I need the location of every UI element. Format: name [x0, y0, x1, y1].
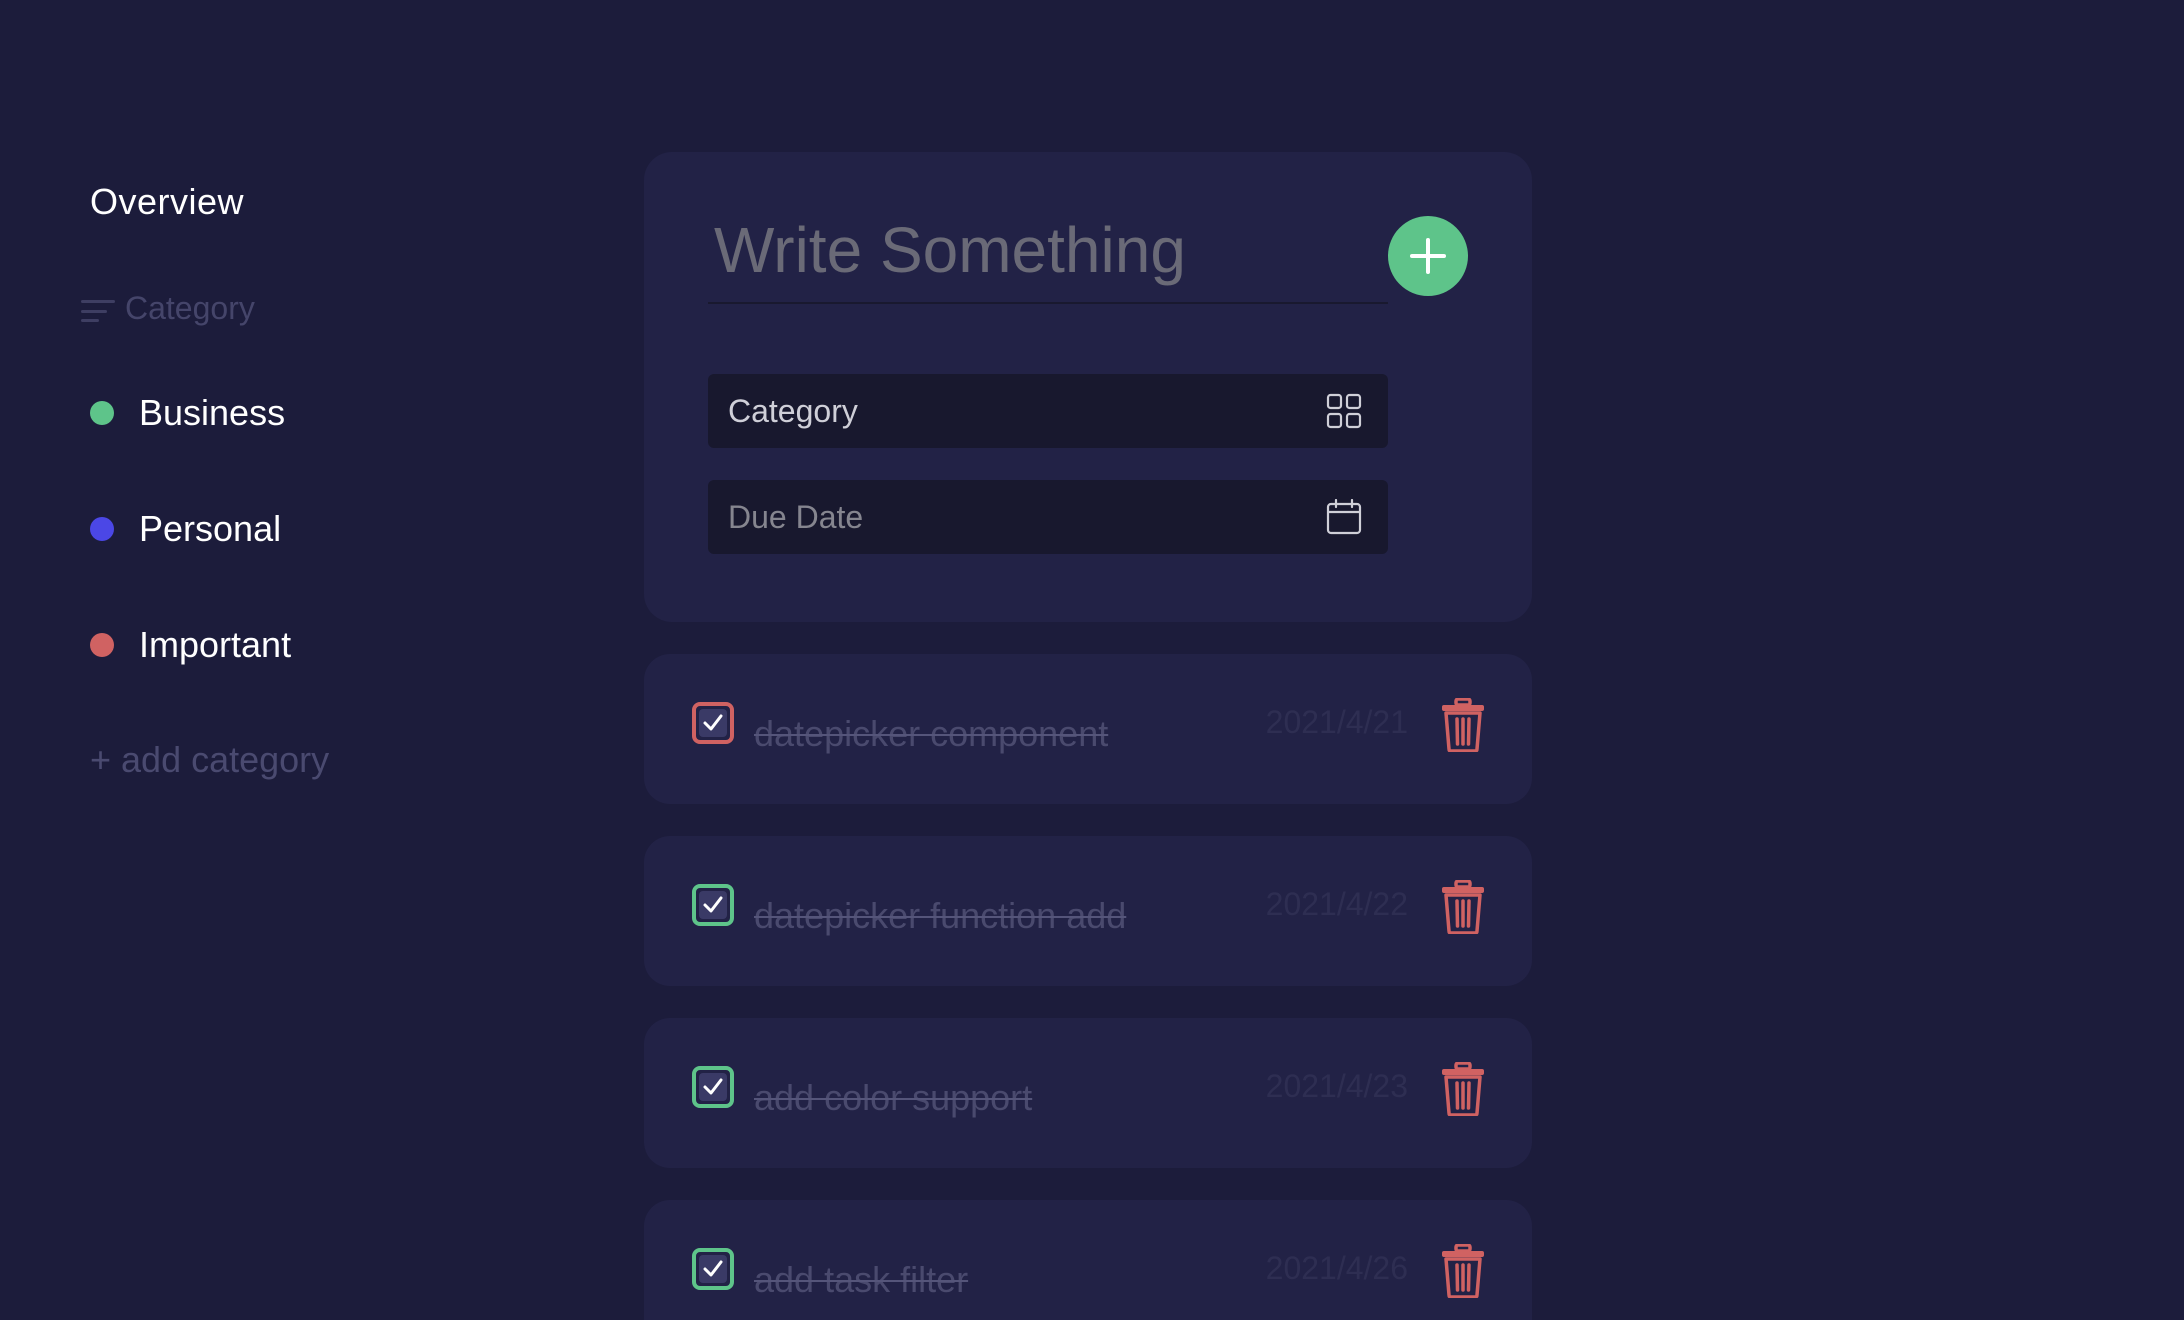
task-card: add task filter 2021/4/26	[644, 1200, 1532, 1320]
personal-dot-icon	[90, 517, 114, 541]
checkmark-icon	[703, 896, 723, 913]
add-category-button[interactable]: + add category	[90, 736, 329, 784]
category-header: Category	[81, 288, 255, 328]
task-card: datepicker component 2021/4/21	[644, 654, 1532, 804]
trash-icon[interactable]	[1440, 880, 1486, 934]
sidebar-item-label: Personal	[139, 508, 282, 549]
due-date-picker[interactable]: Due Date	[708, 480, 1388, 554]
category-header-label: Category	[125, 289, 255, 326]
task-title: add task filter	[754, 1259, 969, 1300]
due-date-label: Due Date	[728, 498, 864, 535]
trash-icon[interactable]	[1440, 698, 1486, 752]
task-title: datepicker function add	[754, 895, 1127, 936]
task-date: 2021/4/22	[1265, 886, 1408, 922]
sidebar-overview[interactable]: Overview	[90, 178, 244, 226]
checkbox-fill	[699, 891, 727, 919]
sidebar-item-important[interactable]: Important	[90, 621, 291, 669]
sidebar-item-personal[interactable]: Personal	[90, 505, 281, 553]
checkbox-fill	[699, 709, 727, 737]
task-date: 2021/4/23	[1265, 1068, 1408, 1104]
task-date: 2021/4/21	[1265, 704, 1408, 740]
task-card: add color support 2021/4/23	[644, 1018, 1532, 1168]
trash-icon[interactable]	[1440, 1062, 1486, 1116]
category-select[interactable]: Category	[708, 374, 1388, 448]
sidebar-item-label: Business	[139, 392, 286, 433]
app-root: Overview Category Business Personal Impo…	[0, 0, 2184, 1320]
important-dot-icon	[90, 633, 114, 657]
checkmark-icon	[703, 714, 723, 731]
sort-lines-icon	[81, 300, 115, 322]
task-composer: Category Due Date	[644, 152, 1532, 622]
add-task-button[interactable]	[1388, 216, 1468, 296]
sidebar-item-label: Important	[139, 624, 292, 665]
task-date: 2021/4/26	[1265, 1250, 1408, 1286]
plus-icon	[1410, 238, 1446, 274]
category-select-label: Category	[728, 392, 858, 429]
sidebar-item-business[interactable]: Business	[90, 389, 285, 437]
calendar-icon	[1326, 499, 1362, 535]
task-title-input[interactable]	[708, 210, 1394, 290]
task-checkbox[interactable]	[692, 1248, 734, 1290]
task-checkbox[interactable]	[692, 1066, 734, 1108]
checkbox-fill	[699, 1073, 727, 1101]
checkmark-icon	[703, 1078, 723, 1095]
task-checkbox[interactable]	[692, 884, 734, 926]
task-title: datepicker component	[754, 713, 1109, 754]
sidebar: Overview Category Business Personal Impo…	[0, 0, 560, 1320]
task-title: add color support	[754, 1077, 1033, 1118]
checkmark-icon	[703, 1260, 723, 1277]
checkbox-fill	[699, 1255, 727, 1283]
trash-icon[interactable]	[1440, 1244, 1486, 1298]
task-card: datepicker function add 2021/4/22	[644, 836, 1532, 986]
business-dot-icon	[90, 401, 114, 425]
task-title-field	[708, 210, 1394, 304]
grid-icon	[1326, 393, 1362, 429]
task-checkbox[interactable]	[692, 702, 734, 744]
